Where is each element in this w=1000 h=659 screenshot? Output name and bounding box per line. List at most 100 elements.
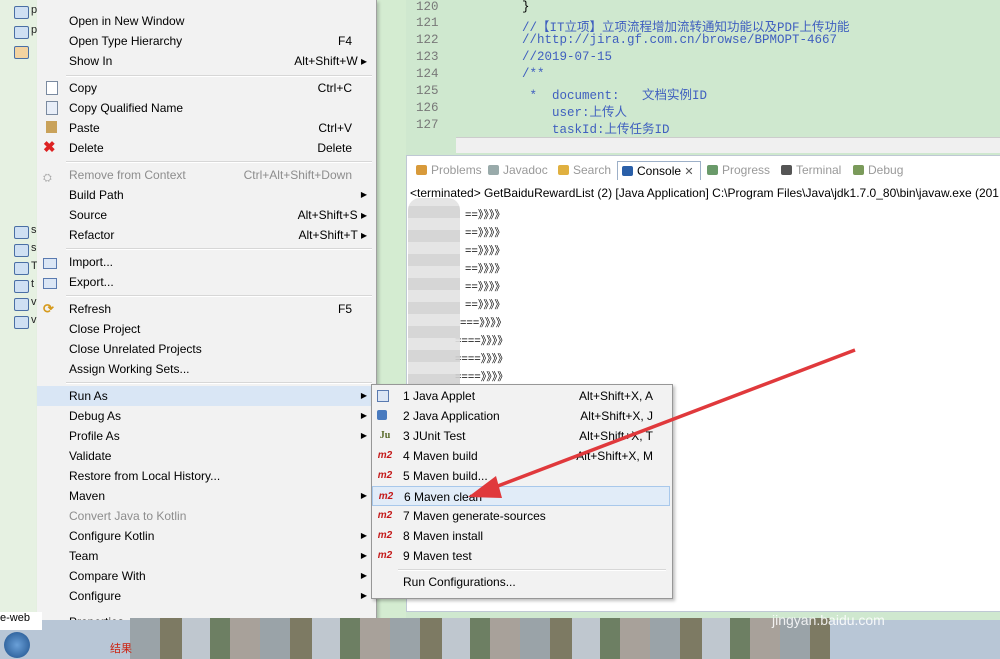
menu-label: Refactor <box>69 228 115 242</box>
menu-separator <box>66 382 372 384</box>
menu-assign-working-sets[interactable]: Assign Working Sets... <box>37 359 376 379</box>
close-icon[interactable]: ✕ <box>684 166 693 178</box>
junit-icon: Ju <box>379 430 391 441</box>
folder-icon[interactable] <box>14 298 29 311</box>
menu-open-type-hierarchy[interactable]: Open Type Hierarchy F4 <box>37 31 376 51</box>
folder-icon[interactable] <box>14 226 29 239</box>
editor-horizontal-scrollbar[interactable] <box>456 137 1000 153</box>
line-number: 121 <box>416 16 439 30</box>
submenu-maven-install[interactable]: m2 8 Maven install <box>372 526 670 546</box>
tab-label: Search <box>573 163 612 177</box>
menu-profile-as[interactable]: Profile As ▶ <box>37 426 376 446</box>
menu-label: Open Type Hierarchy <box>69 34 183 48</box>
menu-export[interactable]: Export... <box>37 272 376 292</box>
submenu-arrow-icon: ▶ <box>360 411 367 420</box>
menu-delete[interactable]: ✖ Delete Delete <box>37 138 376 158</box>
tree-item[interactable]: s <box>31 242 37 254</box>
export-icon <box>43 278 57 289</box>
menu-run-as[interactable]: Run As ▶ <box>37 386 376 406</box>
menu-maven[interactable]: Maven ▶ <box>37 486 376 506</box>
menu-show-in[interactable]: Show In Alt+Shift+W ▸ <box>37 51 376 71</box>
menu-paste[interactable]: Paste Ctrl+V <box>37 118 376 138</box>
project-icon[interactable] <box>14 26 29 39</box>
tree-item[interactable]: t <box>31 278 34 290</box>
line-number: 122 <box>416 33 439 47</box>
code-line[interactable]: taskId:上传任务ID <box>462 118 670 137</box>
code-line[interactable]: //http://jira.gf.com.cn/browse/BPMOPT-46… <box>462 33 837 47</box>
submenu-arrow-icon: ▶ <box>360 551 367 560</box>
folder-icon[interactable] <box>14 6 29 19</box>
menu-team[interactable]: Team ▶ <box>37 546 376 566</box>
submenu-maven-test[interactable]: m2 9 Maven test <box>372 546 670 566</box>
delete-icon: ✖ <box>43 139 56 156</box>
tree-item[interactable]: v <box>31 296 37 308</box>
start-button[interactable] <box>4 632 30 658</box>
menu-debug-as[interactable]: Debug As ▶ <box>37 406 376 426</box>
menu-remove-from-context[interactable]: ⛭ Remove from Context Ctrl+Alt+Shift+Down <box>37 165 376 185</box>
package-explorer: p p s s T t v v <box>0 0 42 620</box>
maven-icon: m2 <box>378 491 394 502</box>
menu-copy-qualified-name[interactable]: Copy Qualified Name <box>37 98 376 118</box>
console-icon <box>622 166 633 176</box>
maven-icon: m2 <box>377 510 393 521</box>
code-line[interactable]: /** <box>462 67 545 81</box>
menu-refactor[interactable]: Refactor Alt+Shift+T ▸ <box>37 225 376 245</box>
menu-refresh[interactable]: ⟳ Refresh F5 <box>37 299 376 319</box>
menu-validate[interactable]: Validate <box>37 446 376 466</box>
menu-open-in-new-window[interactable]: Open in New Window <box>37 11 376 31</box>
tab-terminal[interactable]: Terminal <box>781 163 841 177</box>
submenu-run-configurations[interactable]: Run Configurations... <box>372 572 670 592</box>
menu-label: Export... <box>69 275 114 289</box>
line-number: 120 <box>416 0 439 14</box>
project-icon[interactable] <box>14 46 29 59</box>
menu-build-path[interactable]: Build Path ▶ <box>37 185 376 205</box>
problems-icon <box>416 165 427 175</box>
blurred-taskbar-region <box>130 618 830 659</box>
tab-javadoc[interactable]: Javadoc <box>488 163 548 177</box>
tree-item[interactable]: s <box>31 224 37 236</box>
tab-search[interactable]: Search <box>558 163 611 177</box>
menu-compare-with[interactable]: Compare With ▶ <box>37 566 376 586</box>
menu-label: Profile As <box>69 429 120 443</box>
menu-close-project[interactable]: Close Project <box>37 319 376 339</box>
menu-import[interactable]: Import... <box>37 252 376 272</box>
tab-problems[interactable]: Problems <box>416 163 482 177</box>
folder-icon[interactable] <box>14 244 29 257</box>
menu-source[interactable]: Source Alt+Shift+S ▸ <box>37 205 376 225</box>
annotation-arrow-icon <box>468 348 856 498</box>
menu-configure[interactable]: Configure ▶ <box>37 586 376 606</box>
submenu-label: 3 JUnit Test <box>403 429 466 443</box>
menu-configure-kotlin[interactable]: Configure Kotlin ▶ <box>37 526 376 546</box>
menu-label: Paste <box>69 121 100 135</box>
folder-icon[interactable] <box>14 262 29 275</box>
menu-restore-from-local-history[interactable]: Restore from Local History... <box>37 466 376 486</box>
progress-icon <box>707 165 718 175</box>
menu-label: Assign Working Sets... <box>69 362 190 376</box>
tab-progress[interactable]: Progress <box>707 163 770 177</box>
console-line: ==》》》》 <box>465 209 506 221</box>
taskbar-item[interactable]: 结果 <box>110 640 132 656</box>
project-icon[interactable] <box>14 280 29 293</box>
watermark-url: jingyan.baidu.com <box>772 612 885 628</box>
menu-label: Restore from Local History... <box>69 469 221 483</box>
copy-icon <box>46 81 58 95</box>
tab-console[interactable]: Console ✕ <box>617 161 701 180</box>
code-line[interactable]: } <box>462 0 530 14</box>
console-line: ===》》》》 <box>460 317 507 329</box>
tree-item[interactable]: v <box>31 314 37 326</box>
menu-label: Configure Kotlin <box>69 529 155 543</box>
tab-debug[interactable]: Debug <box>853 163 903 177</box>
menu-convert-java-to-kotlin[interactable]: Convert Java to Kotlin <box>37 506 376 526</box>
menu-separator <box>66 75 372 77</box>
folder-icon[interactable] <box>14 316 29 329</box>
tab-label: Terminal <box>796 163 842 177</box>
menu-shortcut: Ctrl+Alt+Shift+Down <box>243 168 352 182</box>
menu-shortcut: Alt+Shift+S ▸ <box>297 208 367 222</box>
menu-close-unrelated-projects[interactable]: Close Unrelated Projects <box>37 339 376 359</box>
menu-separator <box>66 161 372 163</box>
console-line: ==》》》》 <box>465 281 506 293</box>
menu-label: Show In <box>69 54 113 68</box>
menu-copy[interactable]: Copy Ctrl+C <box>37 78 376 98</box>
menu-shortcut: Ctrl+V <box>318 121 352 135</box>
code-line[interactable]: //2019-07-15 <box>462 50 612 64</box>
